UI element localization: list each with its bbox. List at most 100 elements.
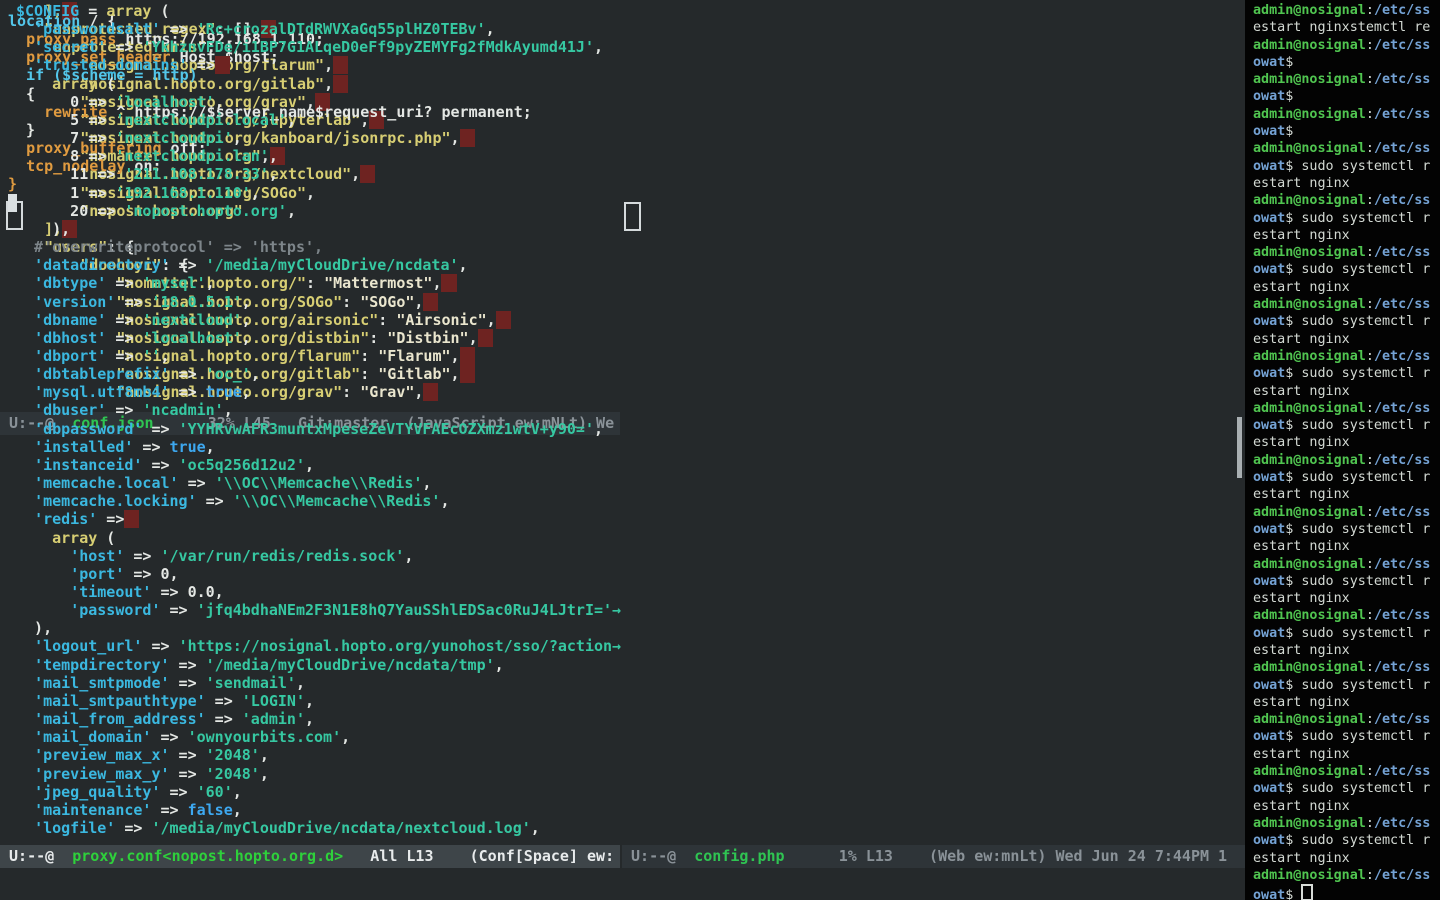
truncation-arrow-icon: →	[612, 601, 621, 619]
text-segment: admin@nosignal	[1253, 193, 1366, 208]
text-segment: estart nginx	[1253, 176, 1350, 191]
text-segment: proxy.conf<nopost.hopto.org.d>	[72, 847, 343, 865]
line: owat$ sudo systemctl r	[1253, 625, 1440, 642]
text-segment: ,	[233, 801, 242, 819]
text-segment: estart nginx	[1253, 280, 1350, 295]
text-segment: 'instanceid'	[34, 456, 142, 474]
text-segment: ,	[495, 656, 504, 674]
line: 'tempdirectory' => '/media/myCloudDrive/…	[16, 656, 623, 674]
line: 'preview_max_y' => '2048',	[16, 765, 623, 783]
line: 'dbport' => '',	[16, 347, 623, 365]
text-segment: '192.168.1.110'	[115, 184, 250, 202]
text-segment: =>	[106, 311, 142, 329]
line: admin@nosignal:/etc/ss	[1253, 71, 1440, 88]
text-segment: array	[106, 2, 151, 20]
text-segment: :	[1366, 297, 1374, 312]
text-segment: estart nginx	[1253, 228, 1350, 243]
desktop: { "emacs": { "conf_json": { "lines": [ […	[0, 0, 1440, 900]
text-segment: =>	[206, 692, 242, 710]
text-segment: 'jfq4bdhaNEm2F3N1E8hQ7YauSShlEDSac0RuJ4L…	[197, 601, 612, 619]
text-segment: =>	[206, 710, 242, 728]
text-segment: estart nginx	[1253, 643, 1350, 658]
text-segment	[16, 365, 34, 383]
config-php-buffer[interactable]: $CONFIG = array ( 'passwordsalt' => 'Rc+…	[0, 0, 623, 845]
text-segment: :	[1366, 453, 1374, 468]
line: owat$	[1253, 88, 1440, 105]
text-segment: $ sudo systemctl r	[1285, 574, 1430, 589]
text-segment	[16, 510, 34, 528]
text-segment: =>	[161, 20, 197, 38]
text-segment: 'dbpassword'	[34, 420, 142, 438]
text-segment: =>	[97, 510, 124, 528]
trailing-whitespace-highlight	[124, 510, 139, 528]
text-segment: 'sendmail'	[206, 674, 296, 692]
line: admin@nosignal:/etc/ss	[1253, 140, 1440, 157]
line: 'logfile' => '/media/myCloudDrive/ncdata…	[16, 819, 623, 837]
text-segment: owat	[1253, 522, 1285, 537]
text-segment: owat	[1253, 729, 1285, 744]
text-segment: :	[1366, 141, 1374, 156]
text-segment: 20 =>	[16, 202, 124, 220]
line: owat$ sudo systemctl r	[1253, 832, 1440, 849]
cursor-hollow	[1301, 884, 1313, 900]
text-segment: ''	[142, 347, 160, 365]
text-segment	[16, 438, 34, 456]
line: 'mail_domain' => 'ownyourbits.com',	[16, 728, 623, 746]
editor-window-config-php[interactable]: $CONFIG = array ( 'passwordsalt' => 'Rc+…	[0, 0, 623, 845]
text-segment: ,	[260, 746, 269, 764]
text-segment	[16, 710, 34, 728]
line: estart nginx	[1253, 279, 1440, 296]
text-segment: $ sudo systemctl r	[1285, 781, 1430, 796]
text-segment: 'oc5q256d12u2'	[179, 456, 305, 474]
text-segment: '/var/run/redis/redis.sock'	[161, 547, 405, 565]
text-segment: :	[1366, 72, 1374, 87]
text-segment: ,	[305, 456, 314, 474]
line: estart nginx	[1253, 383, 1440, 400]
line: ),	[16, 619, 623, 637]
text-segment: ,	[594, 420, 603, 438]
line: 'host' => '/var/run/redis/redis.sock',	[16, 547, 623, 565]
text-segment: =>	[170, 365, 206, 383]
text-segment: =>	[170, 765, 206, 783]
line: owat$ sudo systemctl r	[1253, 313, 1440, 330]
text-segment: /etc/ss	[1374, 349, 1430, 364]
text-segment: /etc/ss	[1374, 72, 1430, 87]
modeline-config-php: U:--@ config.php 1% L13 (Web ew:mnLt) We…	[622, 845, 1245, 868]
line: 'dbtype' => 'mysql',	[16, 274, 623, 292]
text-segment: 'tempdirectory'	[34, 656, 169, 674]
terminal-pane[interactable]: admin@nosignal:/etc/ssestart nginxstemct…	[1245, 0, 1440, 900]
text-segment: ,	[224, 401, 233, 419]
line: array (	[16, 529, 623, 547]
line: #'overwriteprotocol' => 'https',	[16, 238, 623, 256]
text-segment: /etc/ss	[1374, 608, 1430, 623]
line: 'dbpassword' => 'YYHRvwAFR3muntxMpeseZeV…	[16, 420, 623, 438]
line: owat$ sudo systemctl r	[1253, 261, 1440, 278]
text-segment: 1 =>	[16, 184, 115, 202]
text-segment: 'preview_max_y'	[34, 765, 169, 783]
text-segment	[16, 492, 34, 510]
text-segment: $ sudo systemctl r	[1285, 626, 1430, 641]
line: estart nginxstemctl re	[1253, 19, 1440, 36]
line: 'secret' => 'YkhznvFDe/i1BP7G1ALqeD0eFf9…	[16, 38, 623, 56]
text-segment: '60'	[197, 783, 233, 801]
line: U:--@ proxy.conf<nopost.hopto.org.d> All…	[0, 845, 620, 868]
text-segment: (	[97, 75, 115, 93]
text-segment: ,	[251, 184, 260, 202]
text-segment: estart nginx	[1253, 747, 1350, 762]
line: 1 => '192.168.1.110',	[16, 184, 623, 202]
line: admin@nosignal:/etc/ss	[1253, 867, 1440, 884]
text-segment: :	[1366, 557, 1374, 572]
text-segment: 7 =>	[16, 129, 115, 147]
line: owat$ sudo systemctl r	[1253, 210, 1440, 227]
text-segment: 'admin'	[242, 710, 305, 728]
text-segment: /etc/ss	[1374, 764, 1430, 779]
text-segment: estart nginx	[1253, 591, 1350, 606]
line: admin@nosignal:/etc/ss	[1253, 711, 1440, 728]
text-segment: ,	[206, 274, 215, 292]
text-segment: =>	[106, 274, 142, 292]
text-segment: owat	[1253, 211, 1285, 226]
text-segment: 'localhost'	[142, 329, 241, 347]
terminal-output[interactable]: admin@nosignal:/etc/ssestart nginxstemct…	[1245, 0, 1440, 900]
terminal-scrollbar-thumb[interactable]	[1237, 417, 1242, 478]
text-segment: $ sudo systemctl r	[1285, 678, 1430, 693]
